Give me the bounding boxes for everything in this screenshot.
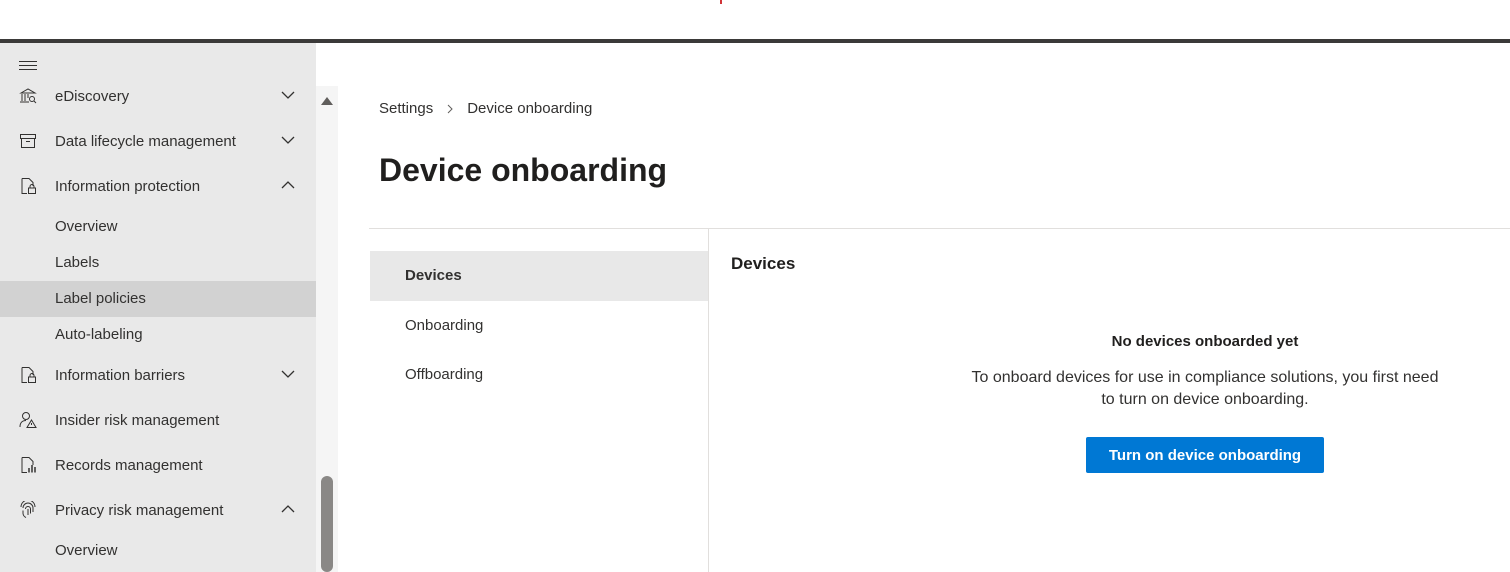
- sidebar-item-records-management[interactable]: Records management: [0, 447, 316, 483]
- sidebar: eDiscovery Data lifecycle management Inf…: [0, 43, 316, 572]
- sidebar-item-information-protection[interactable]: Information protection: [0, 168, 316, 204]
- chevron-down-icon[interactable]: [281, 369, 295, 379]
- ediscovery-icon: [19, 88, 37, 104]
- tab-onboarding[interactable]: Onboarding: [370, 301, 708, 351]
- sidebar-item-label: eDiscovery: [55, 87, 130, 105]
- top-bar: [0, 0, 1510, 40]
- sidebar-item-label: Insider risk management: [55, 411, 220, 429]
- sidebar-item-privacy-risk[interactable]: Privacy risk management: [0, 492, 316, 528]
- sidebar-subitem-label: Labels: [55, 254, 100, 271]
- sidebar-item-label: Data lifecycle management: [55, 132, 236, 150]
- sidebar-subitem-privacy-overview[interactable]: Overview: [0, 533, 316, 569]
- sidebar-subitem-label: Overview: [55, 218, 118, 235]
- scroll-up-arrow-icon[interactable]: [320, 94, 334, 108]
- chevron-right-icon: [447, 104, 453, 113]
- sidebar-item-ediscovery[interactable]: eDiscovery: [0, 78, 316, 114]
- empty-state-description: To onboard devices for use in compliance…: [971, 369, 1439, 408]
- sidebar-item-insider-risk[interactable]: Insider risk management: [0, 402, 316, 438]
- tab-label: Onboarding: [405, 317, 484, 334]
- sidebar-subitem-overview[interactable]: Overview: [0, 209, 316, 245]
- chevron-up-icon[interactable]: [281, 180, 295, 190]
- sidebar-item-label: Records management: [55, 456, 203, 474]
- tab-offboarding[interactable]: Offboarding: [370, 350, 708, 400]
- breadcrumb-settings[interactable]: Settings: [379, 100, 433, 117]
- tab-label: Offboarding: [405, 366, 484, 383]
- chevron-up-icon[interactable]: [281, 504, 295, 514]
- sidebar-item-label: Information protection: [55, 177, 201, 195]
- sidebar-subitem-labels[interactable]: Labels: [0, 245, 316, 281]
- document-lock-icon: [21, 178, 36, 194]
- tab-label: Devices: [405, 267, 462, 284]
- archive-icon: [20, 134, 36, 148]
- loading-indicator: [720, 0, 722, 4]
- sidebar-subitem-label: Auto-labeling: [55, 326, 143, 343]
- chevron-down-icon[interactable]: [281, 135, 295, 145]
- sidebar-item-information-barriers[interactable]: Information barriers: [0, 357, 316, 393]
- page-title: Device onboarding: [379, 152, 668, 188]
- sidebar-subitem-label-policies[interactable]: Label policies: [0, 281, 316, 317]
- sidebar-item-label: Privacy risk management: [55, 501, 224, 519]
- breadcrumb-current: Device onboarding: [467, 100, 593, 117]
- document-chart-icon: [21, 457, 36, 473]
- document-lock-icon: [21, 367, 36, 383]
- fingerprint-icon: [20, 501, 36, 518]
- tab-devices[interactable]: Devices: [370, 251, 708, 301]
- sidebar-item-data-lifecycle[interactable]: Data lifecycle management: [0, 123, 316, 159]
- sidebar-subitem-label: Label policies: [55, 290, 146, 307]
- content-divider: [369, 228, 1510, 229]
- person-warning-icon: [19, 412, 37, 428]
- breadcrumb: Settings Device onboarding: [379, 100, 592, 117]
- sidebar-subitem-auto-labeling[interactable]: Auto-labeling: [0, 317, 316, 353]
- turn-on-device-onboarding-button[interactable]: Turn on device onboarding: [1086, 437, 1324, 473]
- chevron-down-icon[interactable]: [281, 90, 295, 100]
- scrollbar-thumb[interactable]: [321, 476, 333, 572]
- section-title: Devices: [731, 254, 796, 273]
- tab-panel-divider: [708, 229, 709, 572]
- sidebar-item-label: Information barriers: [55, 366, 186, 384]
- sidebar-subitem-label: Overview: [55, 542, 118, 559]
- empty-state-heading: No devices onboarded yet: [1111, 333, 1299, 350]
- hamburger-icon[interactable]: [19, 61, 37, 75]
